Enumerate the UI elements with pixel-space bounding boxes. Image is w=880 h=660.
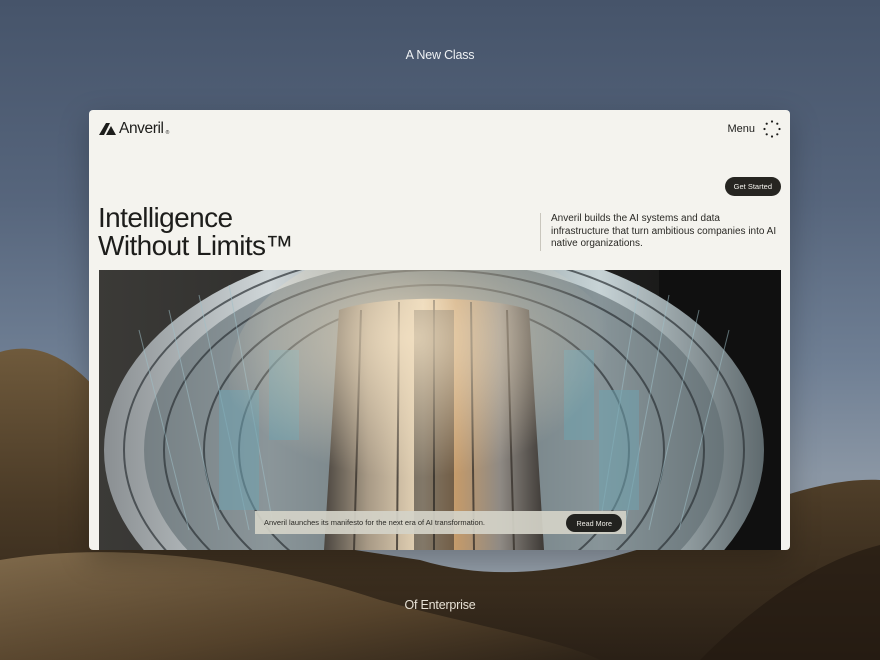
get-started-button[interactable]: Get Started bbox=[724, 177, 781, 196]
headline-line-2: Without Limits™ bbox=[98, 230, 293, 261]
brand-registered-mark: ® bbox=[165, 130, 170, 136]
brand-name: Anveril bbox=[119, 120, 164, 137]
top-caption: A New Class bbox=[405, 48, 475, 62]
announcement-banner: Anveril launches its manifesto for the n… bbox=[255, 511, 626, 534]
read-more-button[interactable]: Read More bbox=[566, 514, 622, 532]
announcement-text: Anveril launches its manifesto for the n… bbox=[264, 518, 485, 527]
brand-logo[interactable]: Anveril ® bbox=[99, 120, 169, 138]
page-headline: Intelligence Without Limits™ bbox=[98, 204, 293, 260]
intro-paragraph: Anveril builds the AI systems and data i… bbox=[540, 213, 778, 251]
bottom-caption: Of Enterprise bbox=[404, 598, 476, 612]
reactor-chamber-image bbox=[99, 270, 781, 550]
menu-button[interactable]: Menu bbox=[727, 120, 781, 138]
menu-label: Menu bbox=[727, 123, 755, 135]
anvil-logo-icon bbox=[99, 123, 116, 135]
top-nav: Anveril ® Menu bbox=[99, 120, 781, 140]
headline-line-1: Intelligence bbox=[98, 202, 233, 233]
website-card: Anveril ® Menu Get Started Intelligence … bbox=[89, 110, 790, 550]
dots-circle-icon bbox=[763, 120, 781, 138]
